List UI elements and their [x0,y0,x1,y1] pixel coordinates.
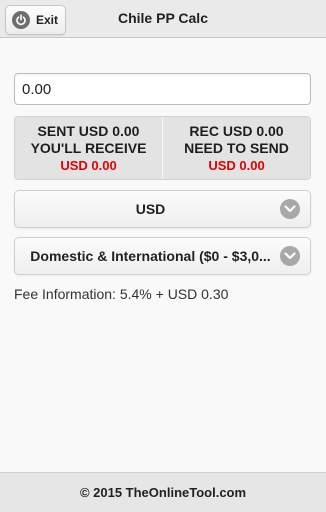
sent-label: SENT USD 0.00 [37,122,140,139]
rec-summary-box: REC USD 0.00 NEED TO SEND USD 0.00 [162,117,310,179]
rec-label: REC USD 0.00 [189,122,284,139]
transfer-type-select[interactable]: Domestic & International ($0 - $3,0... [14,237,311,275]
header-bar: Exit Chile PP Calc [0,0,326,38]
amount-input[interactable] [14,73,311,105]
fee-information: Fee Information: 5.4% + USD 0.30 [14,286,229,302]
summary-panel: SENT USD 0.00 YOU'LL RECEIVE USD 0.00 RE… [14,116,311,180]
currency-select-value: USD [135,201,166,217]
chevron-down-icon [280,246,300,266]
need-to-send-label: NEED TO SEND [184,139,289,156]
sent-summary-box: SENT USD 0.00 YOU'LL RECEIVE USD 0.00 [15,117,162,179]
footer-bar: © 2015 TheOnlineTool.com [0,472,326,512]
app-root: Exit Chile PP Calc SENT USD 0.00 YOU'LL … [0,0,326,512]
chevron-down-icon [280,199,300,219]
currency-select[interactable]: USD [14,190,311,228]
page-title: Chile PP Calc [117,10,208,26]
receive-label: YOU'LL RECEIVE [30,139,147,156]
transfer-type-select-value: Domestic & International ($0 - $3,0... [30,248,271,264]
send-amount: USD 0.00 [208,157,265,173]
receive-amount: USD 0.00 [60,157,117,173]
copyright-text: © 2015 TheOnlineTool.com [79,485,247,500]
